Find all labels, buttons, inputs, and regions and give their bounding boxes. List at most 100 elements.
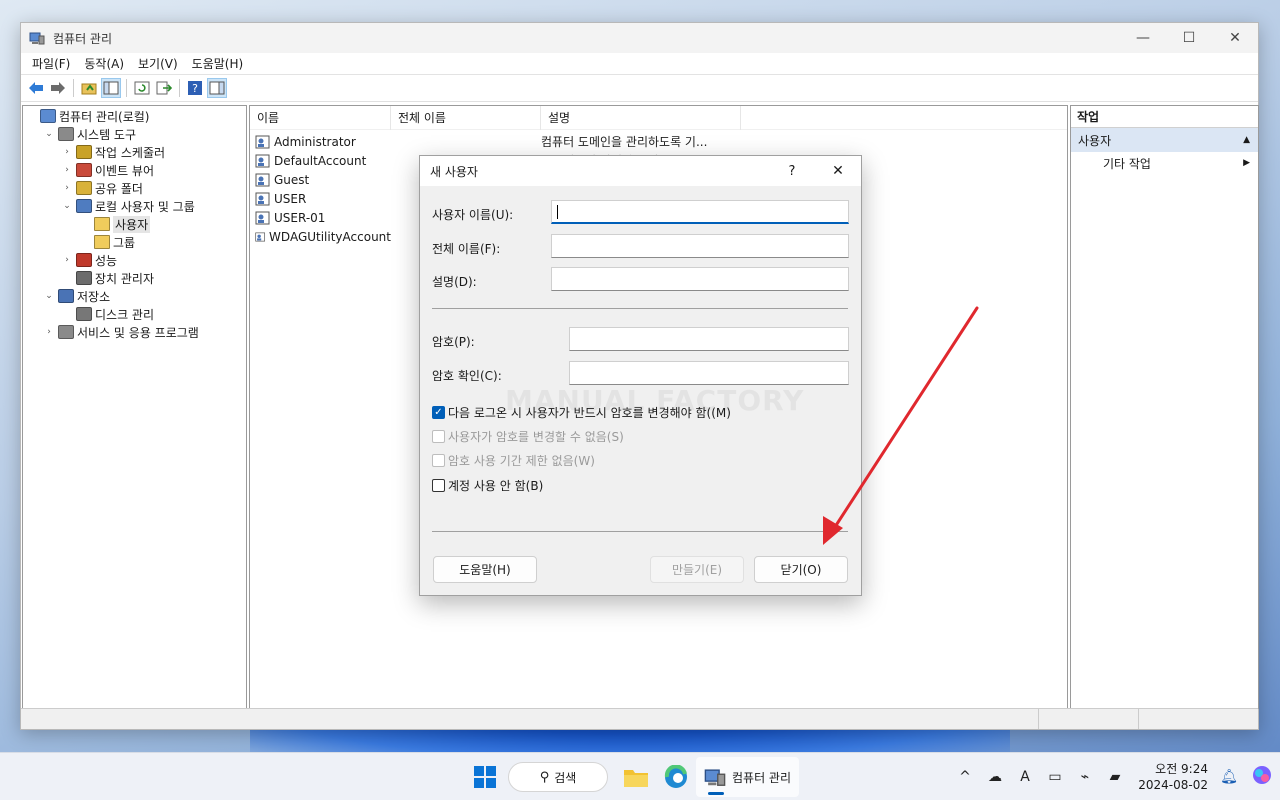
dialog-title: 새 사용자 [430,164,478,179]
edge-browser-icon [664,765,687,788]
action-section-label: 사용자 [1078,133,1112,148]
search-icon: ⚲ [539,769,550,785]
show-hide-action-pane-button[interactable] [207,78,227,98]
create-button[interactable]: 만들기(E) [650,556,744,583]
tree-item[interactable]: ⌄ 로컬 사용자 및 그룹 [23,197,246,215]
up-folder-button[interactable] [79,78,99,98]
toolbar: ? [21,75,1258,102]
back-arrow-icon [29,82,43,94]
battery-icon[interactable]: ▰ [1100,769,1130,785]
tree-item[interactable]: ⌄ 저장소 [23,287,246,305]
must-change-password-checkbox[interactable]: ✓ 다음 로그온 시 사용자가 반드시 암호를 변경해야 함((M) [432,404,731,421]
tree-item[interactable]: › 공유 폴더 [23,179,246,197]
user-description: 컴퓨터 도메인을 관리하도록 기... [541,135,708,149]
column-header-description[interactable]: 설명 [541,106,741,130]
tree-item[interactable]: ⌄ 시스템 도구 [23,125,246,143]
window-title: 컴퓨터 관리 [53,31,113,46]
system-tray: ^ ☁ A ▭ ⌁ ▰ 오전 9:24 2024-08-02 🔔︎ [950,753,1280,800]
collapse-chevron-icon[interactable]: › [61,165,73,175]
tree-item[interactable]: › 서비스 및 응용 프로그램 [23,323,246,341]
tree-item-label: 작업 스케줄러 [95,145,166,160]
action-more-actions[interactable]: 기타 작업 ▶ [1071,152,1258,174]
close-button[interactable]: 닫기(O) [754,556,848,583]
user-row[interactable]: Administrator 컴퓨터 도메인을 관리하도록 기... [250,132,1067,151]
folder-icon [94,217,110,231]
tree-item[interactable]: 디스크 관리 [23,305,246,323]
description-input[interactable] [551,267,849,291]
collapse-chevron-icon[interactable]: › [61,255,73,265]
windows-logo-icon [474,766,496,788]
confirm-password-input[interactable] [569,361,849,385]
close-window-button[interactable]: ✕ [1212,23,1258,53]
password-input[interactable] [569,327,849,351]
action-section-users[interactable]: 사용자 ▲ [1071,128,1258,152]
help-button[interactable]: 도움말(H) [433,556,537,583]
collapse-chevron-icon[interactable]: › [43,327,55,337]
cannot-change-password-checkbox[interactable]: 사용자가 암호를 변경할 수 없음(S) [432,428,624,445]
clock[interactable]: 오전 9:24 2024-08-02 [1130,761,1208,793]
fullname-input[interactable] [551,234,849,258]
computer-management-icon [40,109,56,123]
dialog-help-button[interactable]: ? [769,164,815,179]
copilot-icon[interactable] [1244,764,1280,790]
minimize-button[interactable]: — [1120,23,1166,53]
chevron-up-icon[interactable]: ^ [950,769,980,785]
edge-button[interactable] [656,757,696,797]
tree-item[interactable]: 그룹 [23,233,246,251]
storage-icon [58,289,74,303]
console-tree: 컴퓨터 관리(로컬) ⌄ 시스템 도구 › 작업 스케줄러 › 이벤트 뷰어 › 공유 폴더 ⌄ 로… [22,105,247,709]
task-scheduler-icon [76,145,92,159]
start-button[interactable] [470,762,500,792]
menu-file[interactable]: 파일(F) [25,55,77,72]
dialog-close-icon[interactable]: ✕ [815,163,861,179]
tree-item[interactable]: 사용자 [23,215,246,233]
collapse-up-icon: ▲ [1243,135,1250,145]
cloud-offline-icon[interactable]: ☁ [980,769,1010,785]
taskbar-search[interactable]: ⚲ 검색 [508,762,608,792]
tree-item[interactable]: › 작업 스케줄러 [23,143,246,161]
column-header-fullname[interactable]: 전체 이름 [391,106,541,130]
expand-chevron-icon[interactable]: ⌄ [43,129,55,139]
menu-help[interactable]: 도움말(H) [185,55,251,72]
notification-bell-icon[interactable]: 🔔︎ [1214,769,1244,785]
ime-a-icon[interactable]: A [1010,769,1040,785]
tree-item[interactable]: 컴퓨터 관리(로컬) [23,107,246,125]
list-header: 이름 전체 이름 설명 [250,106,1067,130]
forward-button[interactable] [48,78,68,98]
status-bar [21,708,1258,729]
disk-management-icon [76,307,92,321]
tree-item[interactable]: › 성능 [23,251,246,269]
username-label: 사용자 이름(U): [432,208,514,222]
never-expires-label: 암호 사용 기간 제한 없음(W) [448,454,595,468]
show-hide-tree-button[interactable] [101,78,121,98]
device-manager-icon [76,271,92,285]
password-never-expires-checkbox[interactable]: 암호 사용 기간 제한 없음(W) [432,452,595,469]
device-icon[interactable]: ▭ [1040,769,1070,785]
menu-view[interactable]: 보기(V) [131,55,185,72]
tree-item-label: 저장소 [77,289,111,304]
svg-text:?: ? [192,82,198,95]
user-account-icon [255,232,266,241]
fullname-label: 전체 이름(F): [432,242,501,256]
account-disabled-checkbox[interactable]: 계정 사용 안 함(B) [432,477,543,494]
network-icon[interactable]: ⌁ [1070,769,1100,785]
back-button[interactable] [26,78,46,98]
tree-item-label: 시스템 도구 [77,127,137,142]
file-explorer-button[interactable] [616,757,656,797]
tree-item[interactable]: 장치 관리자 [23,269,246,287]
maximize-button[interactable]: ☐ [1166,23,1212,53]
username-input[interactable] [551,200,849,224]
collapse-chevron-icon[interactable]: › [61,183,73,193]
export-list-button[interactable] [154,78,174,98]
collapse-chevron-icon[interactable]: › [61,147,73,157]
expand-chevron-icon[interactable]: ⌄ [43,291,55,301]
tree-item-label: 디스크 관리 [95,307,155,322]
help-toolbar-button[interactable]: ? [185,78,205,98]
refresh-button[interactable] [132,78,152,98]
tree-item[interactable]: › 이벤트 뷰어 [23,161,246,179]
menu-action[interactable]: 동작(A) [77,55,131,72]
expand-chevron-icon[interactable]: ⌄ [61,201,73,211]
column-header-name[interactable]: 이름 [250,106,391,130]
user-account-icon [255,173,270,186]
taskbar-app-computer-management[interactable]: 컴퓨터 관리 [696,757,800,797]
